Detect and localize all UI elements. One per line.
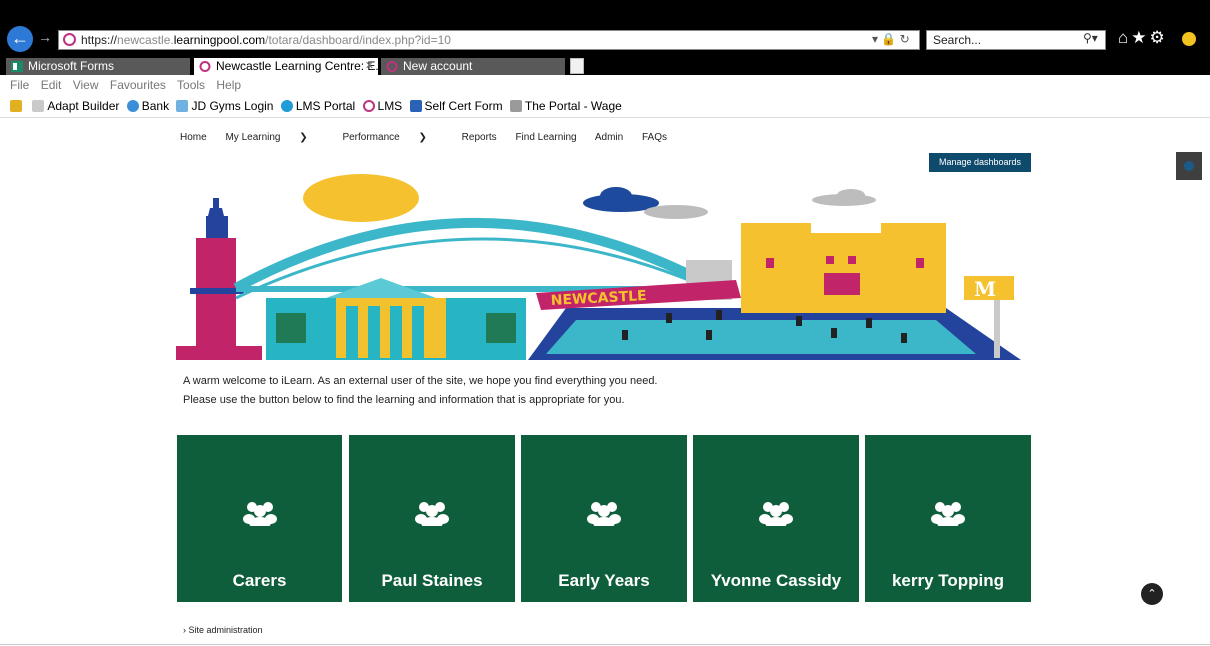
welcome-line-1: A warm welcome to iLearn. As an external… xyxy=(183,375,658,387)
welcome-line-2: Please use the button below to find the … xyxy=(183,394,625,406)
menu-favourites[interactable]: Favourites xyxy=(110,78,166,92)
nav-faqs[interactable]: FAQs xyxy=(642,132,667,143)
url-domain: learningpool.com xyxy=(173,33,266,47)
menu-bar: File Edit View Favourites Tools Help xyxy=(0,75,1210,95)
users-group-icon xyxy=(931,502,965,526)
svg-text:M: M xyxy=(974,277,996,301)
tile-label: Yvonne Cassidy xyxy=(710,571,842,590)
browser-titlebar xyxy=(0,0,1210,20)
menu-view[interactable]: View xyxy=(73,78,99,92)
fav-jd-gyms-login[interactable]: JD Gyms Login xyxy=(176,95,273,118)
fav-label: JD Gyms Login xyxy=(191,99,274,113)
tile-yvonne-cassidy[interactable]: Yvonne Cassidy xyxy=(693,435,859,602)
site-favicon-icon xyxy=(63,33,76,46)
scroll-to-top-button[interactable]: ⌃ xyxy=(1141,583,1163,605)
nav-home[interactable]: Home xyxy=(180,132,207,143)
fav-label: Adapt Builder xyxy=(47,99,120,113)
forms-icon xyxy=(11,61,23,72)
fav-label: Self Cert Form xyxy=(424,99,503,113)
divider xyxy=(0,644,1210,645)
favourites-star-icon[interactable]: ★ xyxy=(1131,28,1149,47)
tile-early-years[interactable]: Early Years xyxy=(521,435,687,602)
url-protocol: https:// xyxy=(81,33,118,47)
nav-find-learning[interactable]: Find Learning xyxy=(515,132,576,143)
tile-carers[interactable]: Carers xyxy=(177,435,342,602)
main-navigation: Home My Learning ❯ Performance ❯ Reports… xyxy=(180,132,683,143)
site-administration-link[interactable]: › Site administration xyxy=(183,625,263,635)
fav-bank[interactable]: Bank xyxy=(126,95,170,118)
chevron-down-icon: ❯ xyxy=(418,132,427,143)
fav-label: Bank xyxy=(141,99,170,113)
newcastle-banner-image: NEWCASTLE M xyxy=(176,174,1021,360)
nav-reports[interactable]: Reports xyxy=(462,132,497,143)
nav-my-learning[interactable]: My Learning ❯ xyxy=(225,132,323,143)
search-icon[interactable]: ⚲▾ xyxy=(1083,31,1098,45)
tab-newcastle-learning-centre[interactable]: Newcastle Learning Centre: E... ✕ xyxy=(194,58,378,75)
page-content: Home My Learning ❯ Performance ❯ Reports… xyxy=(0,118,1210,646)
fav-the-portal-wage[interactable]: The Portal - Wage xyxy=(509,95,622,118)
feedback-smiley-icon[interactable] xyxy=(1182,32,1196,46)
url-path: /totara/dashboard/index.php?id=10 xyxy=(265,33,451,47)
back-button[interactable]: ← xyxy=(7,26,33,52)
welcome-message: A warm welcome to iLearn. As an external… xyxy=(183,372,658,410)
menu-edit[interactable]: Edit xyxy=(41,78,62,92)
favourites-bar: Adapt Builder Bank JD Gyms Login LMS Por… xyxy=(0,95,1210,118)
learningpool-icon xyxy=(199,61,211,72)
chevron-up-icon: ⌃ xyxy=(1147,588,1157,600)
search-input[interactable]: Search... xyxy=(926,30,1106,50)
fav-lms-portal[interactable]: LMS Portal xyxy=(280,95,356,118)
tab-label: New account xyxy=(403,59,473,73)
users-group-icon xyxy=(587,502,621,526)
tab-new-account[interactable]: New account xyxy=(381,58,565,75)
tile-label: Early Years xyxy=(558,571,650,590)
nav-performance[interactable]: Performance ❯ xyxy=(342,132,442,143)
fav-label: LMS Portal xyxy=(295,99,356,113)
gear-icon[interactable]: ⚙ xyxy=(1150,28,1168,47)
tile-label: Carers xyxy=(232,571,287,590)
fav-label: The Portal - Wage xyxy=(524,99,622,113)
users-group-icon xyxy=(759,502,793,526)
url-subdomain: newcastle. xyxy=(117,33,174,47)
tab-label: Newcastle Learning Centre: E... xyxy=(216,59,378,73)
tab-label: Microsoft Forms xyxy=(28,59,115,73)
forward-button[interactable]: → xyxy=(38,29,52,45)
tab-microsoft-forms[interactable]: Microsoft Forms xyxy=(6,58,190,75)
nav-label: Performance xyxy=(342,132,400,143)
close-tab-icon[interactable]: ✕ xyxy=(365,58,374,75)
nav-admin[interactable]: Admin xyxy=(595,132,623,143)
home-icon[interactable]: ⌂ xyxy=(1118,28,1131,47)
url-input[interactable]: https://newcastle.learningpool.com/totar… xyxy=(58,30,920,50)
menu-help[interactable]: Help xyxy=(216,78,241,92)
menu-tools[interactable]: Tools xyxy=(177,78,205,92)
nav-label: My Learning xyxy=(225,132,281,143)
tile-kerry-topping[interactable]: kerry Topping xyxy=(865,435,1031,602)
favourites-star-icon[interactable] xyxy=(10,95,25,118)
toolbar-icons[interactable]: ⌂★⚙ xyxy=(1118,28,1168,48)
users-group-icon xyxy=(242,502,277,526)
learningpool-icon xyxy=(386,61,398,72)
menu-file[interactable]: File xyxy=(10,78,29,92)
chevron-down-icon: ❯ xyxy=(299,132,308,143)
fav-label: LMS xyxy=(377,99,403,113)
new-tab-button[interactable] xyxy=(570,58,584,74)
users-group-icon xyxy=(415,502,449,526)
tile-paul-staines[interactable]: Paul Staines xyxy=(349,435,515,602)
tile-label: kerry Topping xyxy=(891,571,1005,590)
url-tools[interactable]: ▾ 🔒 ↻ xyxy=(872,32,910,46)
tile-label: Paul Staines xyxy=(381,571,483,590)
fav-adapt-builder[interactable]: Adapt Builder xyxy=(32,95,119,118)
block-dock-button[interactable] xyxy=(1176,152,1202,180)
fav-lms[interactable]: LMS xyxy=(362,95,403,118)
fav-self-cert-form[interactable]: Self Cert Form xyxy=(409,95,503,118)
dock-icon xyxy=(1184,161,1194,171)
